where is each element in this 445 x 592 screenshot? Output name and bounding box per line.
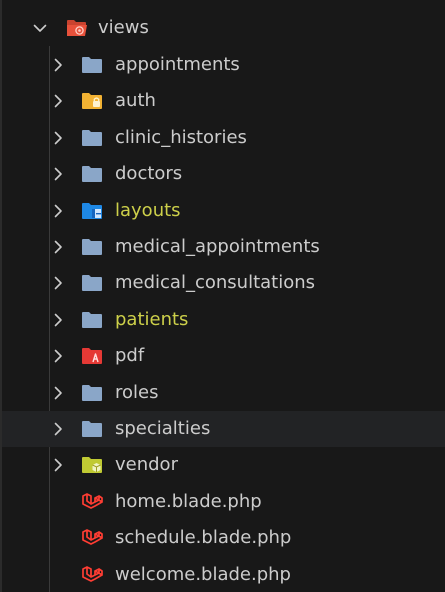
tree-item-clinic-histories[interactable]: clinic_histories	[2, 120, 445, 156]
views-folder-open-icon	[67, 20, 87, 36]
chevron-right-icon[interactable]	[50, 385, 66, 401]
folder-vendor-icon	[82, 457, 102, 474]
chevron-down-icon[interactable]	[32, 20, 48, 36]
tree-item-label: medical_appointments	[115, 236, 320, 257]
folder-icon	[82, 311, 102, 328]
tree-item-pdf[interactable]: pdf	[2, 338, 445, 374]
tree-item-label: medical_consultations	[115, 272, 316, 294]
tree-item-medical-consultations[interactable]: medical_consultations	[2, 265, 445, 301]
tree-item-appointments[interactable]: appointments	[2, 47, 445, 83]
tree-item-label: welcome.blade.php	[115, 563, 291, 585]
tree-item-schedule-blade-php[interactable]: schedule.blade.php	[2, 520, 445, 556]
laravel-blade-icon	[82, 492, 103, 509]
tree-item-auth[interactable]: auth	[2, 83, 445, 119]
chevron-right-icon[interactable]	[50, 239, 66, 255]
tree-item-label: views	[98, 17, 149, 38]
tree-item-label: clinic_histories	[115, 126, 247, 148]
tree-item-label: vendor	[115, 454, 178, 476]
tree-item-patients[interactable]: patients	[2, 302, 445, 338]
tree-item-home-blade-php[interactable]: home.blade.php	[2, 484, 445, 520]
folder-icon	[82, 275, 102, 292]
folder-icon	[82, 421, 102, 437]
tree-item-welcome-blade-php[interactable]: welcome.blade.php	[2, 557, 445, 592]
folder-pdf-icon	[82, 348, 102, 365]
chevron-right-icon[interactable]	[50, 130, 66, 146]
chevron-right-icon[interactable]	[50, 312, 66, 328]
chevron-right-icon[interactable]	[50, 203, 66, 219]
tree-item-label: specialties	[115, 418, 211, 439]
tree-item-specialties[interactable]: specialties	[2, 411, 445, 447]
chevron-right-icon[interactable]	[50, 93, 66, 109]
laravel-blade-icon	[82, 529, 103, 546]
chevron-right-icon[interactable]	[50, 275, 66, 291]
chevron-right-icon[interactable]	[50, 421, 66, 437]
chevron-right-icon[interactable]	[50, 166, 66, 182]
tree-item-label: doctors	[115, 163, 183, 185]
folder-icon	[82, 239, 102, 255]
tree-item-vendor[interactable]: vendor	[2, 447, 445, 483]
folder-icon	[82, 166, 102, 183]
chevron-right-icon[interactable]	[50, 57, 66, 73]
tree-item-roles[interactable]: roles	[2, 375, 445, 411]
tree-item-label: pdf	[115, 345, 145, 367]
laravel-blade-icon	[82, 565, 103, 582]
tree-item-label: patients	[115, 308, 189, 330]
folder-lock-icon	[82, 93, 102, 110]
chevron-right-icon[interactable]	[50, 348, 66, 364]
tree-item-doctors[interactable]: doctors	[2, 156, 445, 192]
file-explorer-tree: views appointments auth clinic_historiesdo…	[0, 0, 445, 592]
tree-item-medical-appointments[interactable]: medical_appointments	[2, 229, 445, 265]
folder-layout-icon	[82, 202, 102, 219]
tree-item-label: home.blade.php	[115, 490, 262, 512]
folder-icon	[82, 57, 102, 73]
tree-item-label: layouts	[115, 199, 181, 221]
chevron-right-icon[interactable]	[50, 457, 66, 473]
tree-item-layouts[interactable]: layouts	[2, 193, 445, 229]
tree-item-label: auth	[115, 90, 156, 112]
tree-item-label: appointments	[115, 54, 240, 75]
tree-item-label: schedule.blade.php	[115, 527, 292, 549]
tree-item-label: roles	[115, 381, 159, 403]
folder-icon	[82, 384, 102, 401]
folder-icon	[82, 129, 102, 146]
tree-item-views[interactable]: views	[2, 10, 445, 46]
